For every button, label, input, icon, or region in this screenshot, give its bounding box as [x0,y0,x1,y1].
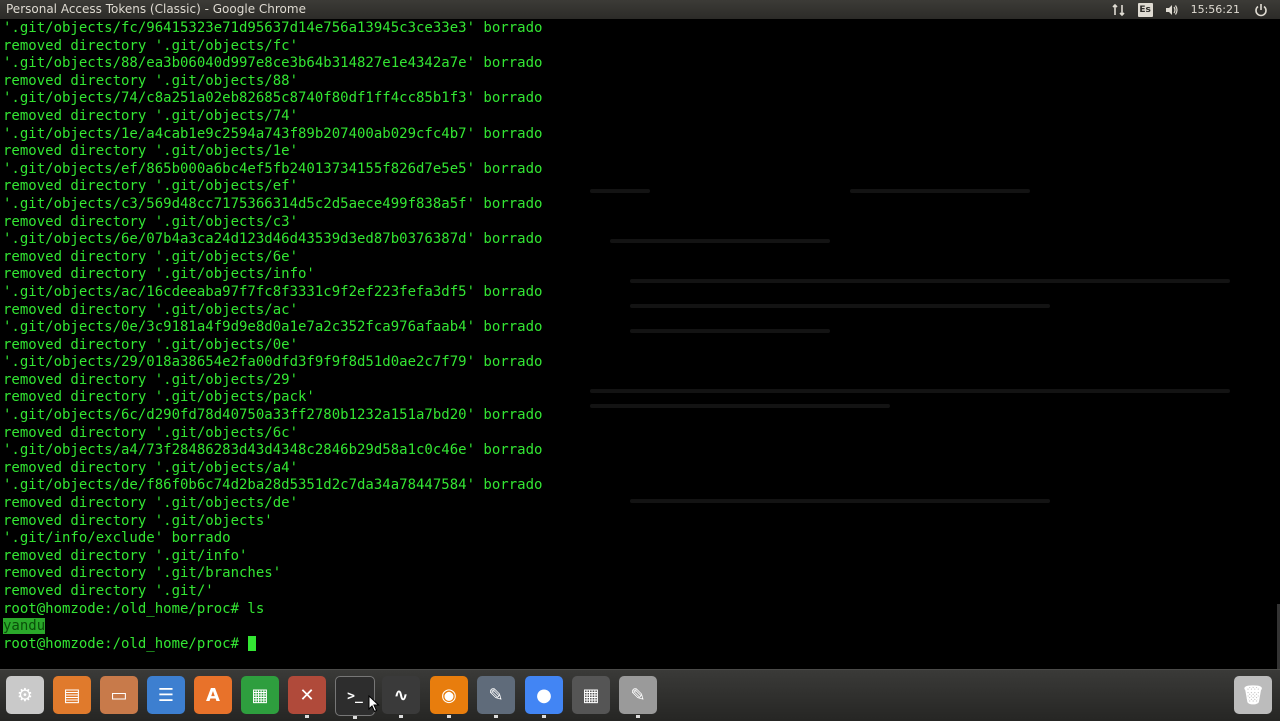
terminal-line: removed directory '.git/branches' [3,565,282,582]
terminal-line: removed directory '.git/objects/1e' [3,143,299,160]
network-updown-icon[interactable] [1112,3,1126,17]
terminal-line: '.git/objects/ac/16cdeeaba97f7fc8f3331c9… [3,283,543,300]
terminal-line: removed directory '.git/objects/info' [3,266,315,283]
system-tools-icon[interactable]: ✕ [288,676,326,718]
keyboard-language-indicator[interactable]: Es [1137,2,1153,17]
terminal-line: '.git/objects/a4/73f28486283d43d4348c284… [3,442,543,459]
directory-entry: yandu [3,618,46,635]
running-indicator [542,715,546,718]
terminal-line: root@homzode:/old_home/proc# ls [3,600,265,617]
system-tray: Es 15:56:21 [1112,0,1280,19]
running-indicator [447,715,451,718]
terminal-line: '.git/objects/6e/07b4a3ca24d123d46d43539… [3,231,543,248]
power-icon[interactable] [1254,3,1268,17]
terminal-line: '.git/objects/1e/a4cab1e9c2594a743f89b20… [3,125,543,142]
terminal-line: '.git/objects/fc/96415323e71d95637d14e75… [3,20,543,36]
system-settings-icon[interactable]: ⚙ [6,676,44,714]
text-document-icon[interactable]: ☰ [147,676,185,714]
software-center-icon[interactable]: A [194,676,232,714]
terminal-line: '.git/objects/0e/3c9181a4f9d9e8d0a1e7a2c… [3,319,543,336]
terminal-line: removed directory '.git/objects' [3,512,273,529]
terminal-line: '.git/objects/74/c8a251a02eb82685c8740f8… [3,90,543,107]
chrome-icon[interactable]: ● [525,676,563,718]
terminal-line: removed directory '.git/objects/6c' [3,424,299,441]
terminal-line: '.git/info/exclude' borrado [3,530,231,547]
terminal-line: removed directory '.git/objects/0e' [3,336,299,353]
text-cursor [248,635,257,651]
spreadsheet-icon[interactable]: ▦ [241,676,279,714]
calculator-icon[interactable]: ▦ [572,676,610,714]
terminal-line: removed directory '.git/objects/88' [3,72,299,89]
launcher-dock: ⚙ ▤ ▭ ☰ A ▦ ✕ >_ ∿ ◉ ✎ ● ▦ ✎ 🗑 [0,669,1280,721]
terminal-line: removed directory '.git/objects/fc' [3,37,299,54]
terminal-line: '.git/objects/c3/569d48cc7175366314d5c2d… [3,195,543,212]
terminal-line: removed directory '.git/' [3,583,214,599]
terminal-line: '.git/objects/88/ea3b06040d997e8ce3b64b3… [3,55,543,72]
terminal-line: removed directory '.git/objects/29' [3,371,299,388]
background-window-ghost [570,59,1270,559]
terminal-window[interactable]: '.git/objects/fc/96415323e71d95637d14e75… [0,19,1280,669]
window-title: Personal Access Tokens (Classic) - Googl… [6,2,306,16]
terminal-line: removed directory '.git/objects/ac' [3,301,299,318]
terminal-line: removed directory '.git/objects/a4' [3,459,299,476]
terminal-line: removed directory '.git/info' [3,547,248,564]
terminal-line: removed directory '.git/objects/6e' [3,248,299,265]
mouse-pointer-icon [368,695,380,713]
terminal-line: removed directory '.git/objects/c3' [3,213,299,230]
blender-icon[interactable]: ◉ [430,676,468,718]
system-monitor-icon[interactable]: ∿ [382,676,420,718]
top-panel: Personal Access Tokens (Classic) - Googl… [0,0,1280,19]
terminal-line: removed directory '.git/objects/74' [3,107,299,124]
running-indicator [305,715,309,718]
terminal-line: removed directory '.git/objects/de' [3,495,299,512]
screenshot-tool-icon[interactable]: ✎ [477,676,515,718]
terminal-line: '.git/objects/de/f86f0b6c74d2ba28d5351d2… [3,477,543,494]
running-indicator [636,715,640,718]
prompt-line[interactable]: root@homzode:/old_home/proc# [3,635,542,654]
ls-output-line: yandu [3,618,542,636]
speaker-icon[interactable] [1165,3,1179,17]
file-manager-icon[interactable]: ▭ [100,676,138,714]
presentation-app-icon[interactable]: ▤ [53,676,91,714]
running-indicator [353,716,357,719]
terminal-line: removed directory '.git/objects/pack' [3,389,315,406]
clock[interactable]: 15:56:21 [1191,0,1240,19]
terminal-output: '.git/objects/fc/96415323e71d95637d14e75… [3,20,542,653]
terminal-line: '.git/objects/6c/d290fd78d40750a33ff2780… [3,407,543,424]
text-editor-icon[interactable]: ✎ [619,676,657,718]
terminal-line: '.git/objects/ef/865b000a6bc4ef5fb240137… [3,160,543,177]
running-indicator [494,715,498,718]
terminal-line: removed directory '.git/objects/ef' [3,178,299,195]
shell-prompt: root@homzode:/old_home/proc# [3,635,248,652]
terminal-line: '.git/objects/29/018a38654e2fa00dfd3f9f9… [3,354,543,371]
running-indicator [399,715,403,718]
trash-icon[interactable]: 🗑 [1234,676,1272,714]
